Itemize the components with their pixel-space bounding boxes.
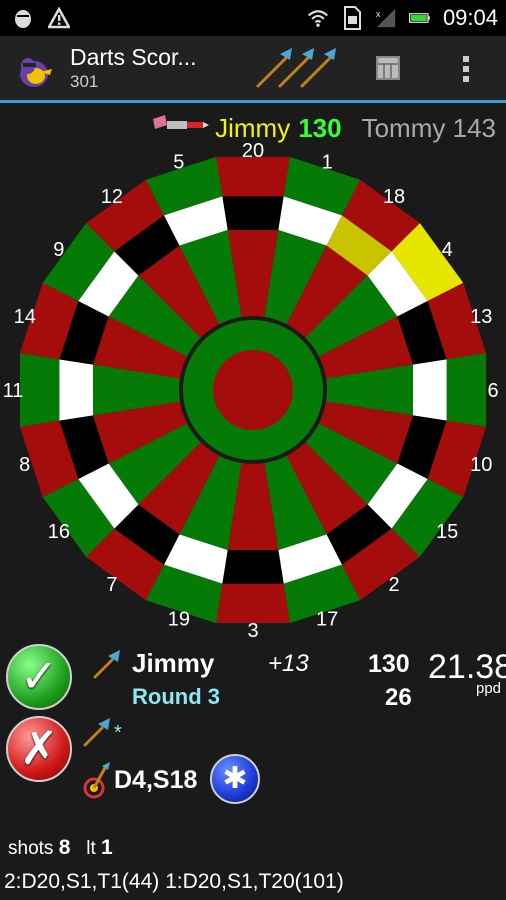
current-player-row: Jimmy +13 130 21.38 ppd xyxy=(92,644,506,697)
segment-single-outer-3[interactable] xyxy=(222,550,284,584)
round-score: 26 xyxy=(385,684,412,711)
shots-label: shots xyxy=(8,838,54,859)
dartboard[interactable]: 2011841361015217319716811149125 xyxy=(0,140,506,640)
dart-icon xyxy=(83,718,110,747)
board-number-18: 18 xyxy=(383,186,405,208)
segment-double-11[interactable] xyxy=(19,353,60,427)
board-number-15: 15 xyxy=(436,521,458,543)
checkout-suggestion: D4,S18 xyxy=(114,766,198,794)
confirm-button[interactable]: ✓ xyxy=(6,644,72,710)
throw-history: 2:D20,S1,T1(44) 1:D20,S1,T20(101) xyxy=(4,870,344,893)
android-debug-icon xyxy=(12,6,34,30)
dart-icon xyxy=(93,650,120,679)
svg-text:x: x xyxy=(376,9,381,19)
battery-icon xyxy=(408,6,431,30)
board-number-6: 6 xyxy=(487,380,498,402)
board-number-2: 2 xyxy=(389,574,400,596)
darts-icon[interactable] xyxy=(250,44,340,92)
segment-double-6[interactable] xyxy=(446,353,487,427)
board-number-7: 7 xyxy=(106,574,117,596)
app-logo-icon[interactable] xyxy=(14,50,54,90)
segment-double-3[interactable] xyxy=(216,583,290,624)
dart-marker: * xyxy=(114,722,122,744)
lt-label: lt xyxy=(86,838,96,859)
board-number-16: 16 xyxy=(48,521,70,543)
checkout-hint-icon xyxy=(83,762,110,799)
action-bar: Darts Scor... 301 xyxy=(0,36,506,103)
segment-single-outer-6[interactable] xyxy=(413,359,447,421)
current-score: 130 xyxy=(368,650,410,678)
active-player-score: 130 xyxy=(298,112,342,143)
lt-value: 1 xyxy=(101,836,113,859)
warning-icon xyxy=(48,6,70,30)
board-number-19: 19 xyxy=(168,608,190,630)
score-delta: +13 xyxy=(268,650,309,677)
board-number-14: 14 xyxy=(14,306,36,328)
board-number-13: 13 xyxy=(470,306,492,328)
other-player: Tommy 143 xyxy=(362,113,496,144)
segment-single-outer-11[interactable] xyxy=(59,359,93,421)
status-bar: x 09:04 xyxy=(0,0,506,36)
segment-triple-20[interactable] xyxy=(227,229,279,262)
board-number-8: 8 xyxy=(19,454,30,476)
shots-value: 8 xyxy=(58,836,71,859)
board-number-17: 17 xyxy=(316,608,338,630)
segment-triple-6[interactable] xyxy=(381,364,414,416)
round-label: Round 3 xyxy=(132,684,220,709)
clock: 09:04 xyxy=(442,5,498,30)
cross-icon: ✗ xyxy=(19,722,59,774)
asterisk-button[interactable]: ✱ xyxy=(210,754,260,804)
active-player-name: Jimmy xyxy=(215,112,291,143)
app-subtitle: 301 xyxy=(70,72,99,91)
ppd-unit: ppd xyxy=(476,680,502,697)
undo-button[interactable]: ✗ xyxy=(6,716,72,782)
board-number-11: 11 xyxy=(3,380,24,402)
signal-icon: x xyxy=(375,6,397,30)
segment-triple-11[interactable] xyxy=(92,364,125,416)
bullseye[interactable] xyxy=(213,350,293,430)
checkmark-icon: ✓ xyxy=(19,650,59,702)
board-number-4: 4 xyxy=(442,239,453,261)
segment-double-20[interactable] xyxy=(216,156,290,197)
active-player-dart-icon xyxy=(151,113,210,144)
board-number-9: 9 xyxy=(53,239,64,261)
wifi-icon xyxy=(307,6,329,30)
current-player-name: Jimmy xyxy=(132,648,215,678)
board-number-10: 10 xyxy=(470,454,492,476)
other-player-score: 143 xyxy=(452,112,496,143)
board-number-20: 20 xyxy=(242,140,264,162)
sim-icon xyxy=(341,6,363,30)
overflow-menu-icon[interactable] xyxy=(456,50,476,86)
shots-line: shots 8 lt 1 xyxy=(8,836,113,860)
segment-triple-3[interactable] xyxy=(227,518,279,551)
app-title: Darts Scor... xyxy=(70,44,197,70)
board-number-12: 12 xyxy=(101,186,123,208)
bottom-panel: ✓ ✗ Jimmy +13 130 21.38 ppd Round 3 26 *… xyxy=(0,636,506,900)
board-number-5: 5 xyxy=(173,152,184,174)
board-number-1: 1 xyxy=(322,152,333,174)
other-player-name: Tommy xyxy=(361,112,446,143)
segment-single-outer-20[interactable] xyxy=(222,196,284,230)
scoresheet-icon[interactable] xyxy=(372,52,404,84)
